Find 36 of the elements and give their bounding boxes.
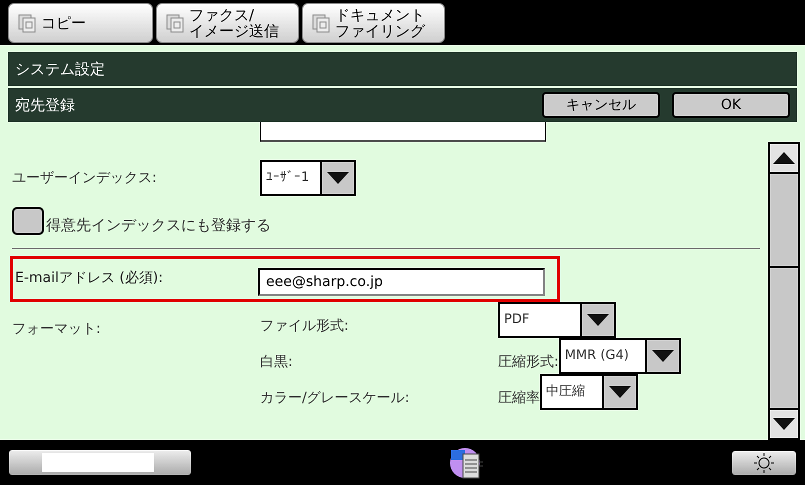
field-label: E-mailアドレス (必須): [14,269,164,288]
caret-down-icon [587,314,609,326]
dropdown[interactable]: MMR (G4) [558,338,681,374]
document-icon [165,13,185,33]
caret-down-icon [609,386,631,398]
caret-down-icon [652,350,674,362]
option-label: ファイル形式: [260,317,350,336]
option-label: カラー/グレースケール: [260,389,410,408]
triangle-down-icon [773,418,795,430]
field-label: ユーザーインデックス: [12,168,158,188]
header-button[interactable]: OK [672,92,790,118]
document-icon [311,13,331,33]
option-label: 圧縮形式: [498,353,559,372]
sun-icon [754,452,774,472]
option-label: 圧縮率 [498,389,540,408]
brightness-button[interactable] [732,450,796,474]
scroll-down-button[interactable] [770,408,798,438]
dropdown[interactable]: PDF [498,302,616,338]
dropdown[interactable]: 中圧縮 [540,374,638,410]
email-field[interactable]: eee@sharp.co.jp [258,268,545,296]
mode-tab[interactable]: ファクス/ イメージ送信 [156,3,299,43]
option-label: 白黒: [260,353,294,372]
header-bar: システム設定 [8,52,797,86]
scroll-up-button[interactable] [770,144,798,174]
format-label: フォーマット: [12,320,102,339]
name-field[interactable] [260,122,546,142]
mode-tab[interactable]: ドキュメント ファイリング [302,3,445,43]
triangle-up-icon [773,152,795,164]
document-icon [17,13,37,33]
subheader-title: 宛先登録 [15,94,76,116]
dropdown[interactable]: ﾕｰｻﾞｰ1 [260,160,356,196]
header-button[interactable]: キャンセル [542,92,660,118]
mode-tab[interactable]: コピー [8,3,153,43]
caret-down-icon [327,172,349,184]
checkbox-label: 得意先インデックスにも登録する [46,214,271,236]
checkbox[interactable] [12,207,44,235]
